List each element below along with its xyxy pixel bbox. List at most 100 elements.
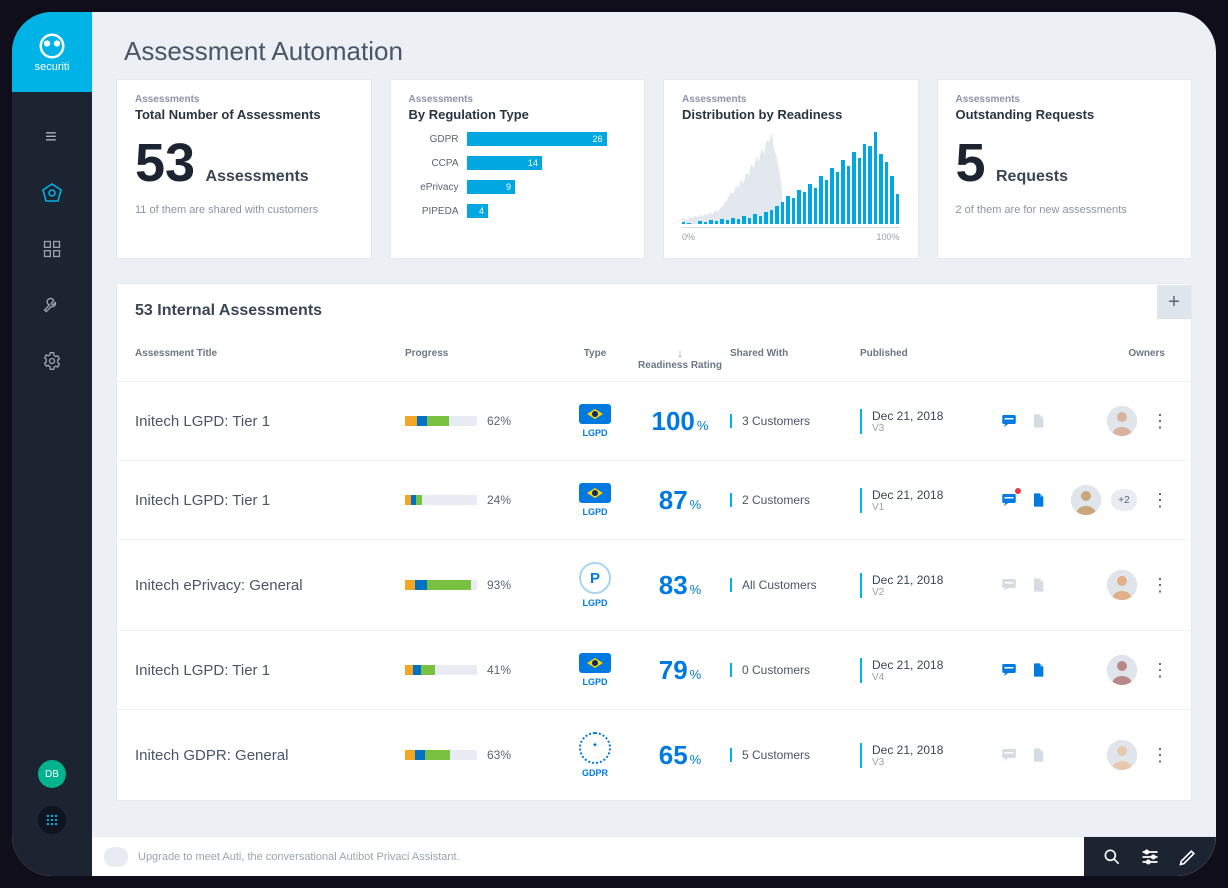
table-row[interactable]: Initech LGPD: Tier 141%LGPD79%0 Customer… xyxy=(117,630,1191,709)
progress-value: 93% xyxy=(487,578,511,592)
bar-row: CCPA14 xyxy=(409,156,627,170)
card-kicker: Assessments xyxy=(956,94,1174,105)
doc-icon[interactable] xyxy=(1030,576,1046,594)
nav-settings-icon[interactable] xyxy=(37,346,67,376)
progress-bar xyxy=(405,665,477,675)
readiness-value: 83% xyxy=(630,570,730,601)
search-icon[interactable] xyxy=(1102,847,1122,867)
card-title: Outstanding Requests xyxy=(956,107,1174,122)
row-title: Initech GDPR: General xyxy=(135,747,405,764)
apps-icon[interactable] xyxy=(38,806,66,834)
readiness-value: 100% xyxy=(630,406,730,437)
bar-row: ePrivacy9 xyxy=(409,180,627,194)
col-owners[interactable]: Owners xyxy=(1070,348,1173,371)
card-kicker: Assessments xyxy=(135,94,353,105)
assessments-table: 53 Internal Assessments + Assessment Tit… xyxy=(116,283,1192,801)
row-menu-icon[interactable]: ⋮ xyxy=(1147,411,1173,432)
progress-bar xyxy=(405,416,477,426)
readiness-value: 65% xyxy=(630,740,730,771)
brand-logo[interactable]: securiti xyxy=(12,12,92,92)
total-note: 11 of them are shared with customers xyxy=(135,204,353,216)
table-row[interactable]: Initech GDPR: General 63% GDPR 65%5 Custome… xyxy=(117,709,1191,800)
card-distribution: Assessments Distribution by Readiness 0%… xyxy=(663,79,919,259)
owner-avatar[interactable] xyxy=(1107,740,1137,770)
brand-name: securiti xyxy=(35,61,70,73)
doc-icon[interactable] xyxy=(1030,661,1046,679)
readiness-value: 79% xyxy=(630,655,730,686)
table-title: 53 Internal Assessments xyxy=(135,302,322,320)
published: Dec 21, 2018V3 xyxy=(860,743,1000,768)
col-published[interactable]: Published xyxy=(860,348,1000,371)
card-title: Distribution by Readiness xyxy=(682,107,900,122)
col-shared[interactable]: Shared With xyxy=(730,348,860,371)
axis-max: 100% xyxy=(876,232,899,242)
edit-icon[interactable] xyxy=(1178,847,1198,867)
row-title: Initech LGPD: Tier 1 xyxy=(135,413,405,430)
table-row[interactable]: Initech ePrivacy: General93%PLGPD83%All … xyxy=(117,539,1191,630)
table-row[interactable]: Initech LGPD: Tier 124%LGPD87%2 Customer… xyxy=(117,460,1191,539)
owner-avatar[interactable] xyxy=(1107,655,1137,685)
type-badge: GDPR xyxy=(579,732,611,778)
progress-value: 62% xyxy=(487,414,511,428)
shared-with: 2 Customers xyxy=(730,493,860,507)
published: Dec 21, 2018V4 xyxy=(860,658,1000,683)
progress-bar xyxy=(405,495,477,505)
card-outstanding: Assessments Outstanding Requests 5 Reque… xyxy=(937,79,1193,259)
chat-icon[interactable] xyxy=(104,847,128,867)
nav-radar-icon[interactable] xyxy=(37,178,67,208)
owner-avatar[interactable] xyxy=(1107,406,1137,436)
progress-bar xyxy=(405,580,477,590)
axis-min: 0% xyxy=(682,232,695,242)
published: Dec 21, 2018V1 xyxy=(860,488,1000,513)
chat-icon[interactable] xyxy=(1000,746,1018,764)
row-menu-icon[interactable]: ⋮ xyxy=(1147,660,1173,681)
sidebar: securiti ≡ DB xyxy=(12,12,92,876)
card-by-regulation: Assessments By Regulation Type GDPR26CCP… xyxy=(390,79,646,259)
menu-icon[interactable]: ≡ xyxy=(37,122,67,152)
outstanding-label: Requests xyxy=(996,168,1068,185)
shared-with: 5 Customers xyxy=(730,748,860,762)
card-title: Total Number of Assessments xyxy=(135,107,353,122)
nav-dashboard-icon[interactable] xyxy=(37,234,67,264)
row-title: Initech LGPD: Tier 1 xyxy=(135,662,405,679)
add-assessment-button[interactable]: + xyxy=(1157,285,1191,319)
chat-icon[interactable] xyxy=(1000,576,1018,594)
filter-icon[interactable] xyxy=(1140,847,1160,867)
table-row[interactable]: Initech LGPD: Tier 162%LGPD100%3 Custome… xyxy=(117,381,1191,460)
doc-icon[interactable] xyxy=(1030,746,1046,764)
bottom-bar: Upgrade to meet Auti, the conversational… xyxy=(92,836,1216,876)
progress-value: 41% xyxy=(487,663,511,677)
owner-avatar[interactable] xyxy=(1071,485,1101,515)
nav-tools-icon[interactable] xyxy=(37,290,67,320)
chat-icon[interactable] xyxy=(1000,661,1018,679)
chat-icon[interactable] xyxy=(1000,412,1018,430)
published: Dec 21, 2018V2 xyxy=(860,573,1000,598)
total-count: 53 xyxy=(135,136,195,190)
card-title: By Regulation Type xyxy=(409,107,627,122)
col-progress[interactable]: Progress xyxy=(405,348,560,371)
type-badge: PLGPD xyxy=(579,562,611,608)
col-title[interactable]: Assessment Title xyxy=(135,348,405,371)
readiness-value: 87% xyxy=(630,485,730,516)
card-kicker: Assessments xyxy=(409,94,627,105)
type-badge: LGPD xyxy=(579,653,611,687)
total-label: Assessments xyxy=(206,168,309,185)
row-menu-icon[interactable]: ⋮ xyxy=(1147,745,1173,766)
doc-icon[interactable] xyxy=(1030,412,1046,430)
progress-value: 63% xyxy=(487,748,511,762)
sort-desc-icon: ↓ xyxy=(630,348,730,360)
doc-icon[interactable] xyxy=(1030,491,1046,509)
type-badge: LGPD xyxy=(579,483,611,517)
user-avatar[interactable]: DB xyxy=(38,760,66,788)
row-menu-icon[interactable]: ⋮ xyxy=(1147,575,1173,596)
row-menu-icon[interactable]: ⋮ xyxy=(1147,490,1173,511)
col-readiness[interactable]: ↓ Readiness Rating xyxy=(630,348,730,371)
owner-avatar[interactable] xyxy=(1107,570,1137,600)
outstanding-count: 5 xyxy=(956,136,986,190)
outstanding-note: 2 of them are for new assessments xyxy=(956,204,1174,216)
col-type[interactable]: Type xyxy=(560,348,630,371)
owners-more[interactable]: +2 xyxy=(1111,489,1137,511)
chat-icon[interactable] xyxy=(1000,491,1018,509)
row-title: Initech LGPD: Tier 1 xyxy=(135,492,405,509)
type-badge: LGPD xyxy=(579,404,611,438)
